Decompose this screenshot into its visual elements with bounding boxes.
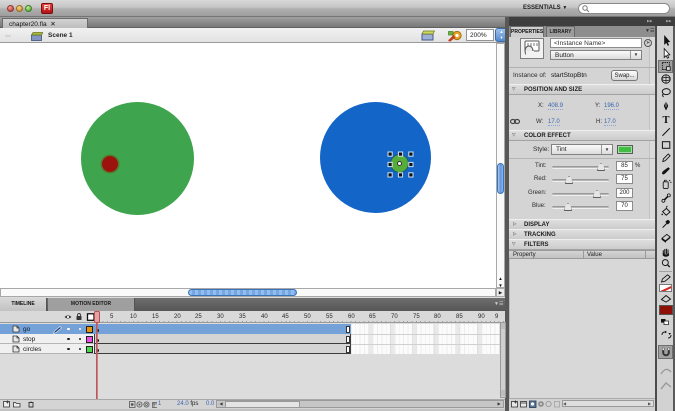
svg-text:T: T [662, 115, 669, 126]
